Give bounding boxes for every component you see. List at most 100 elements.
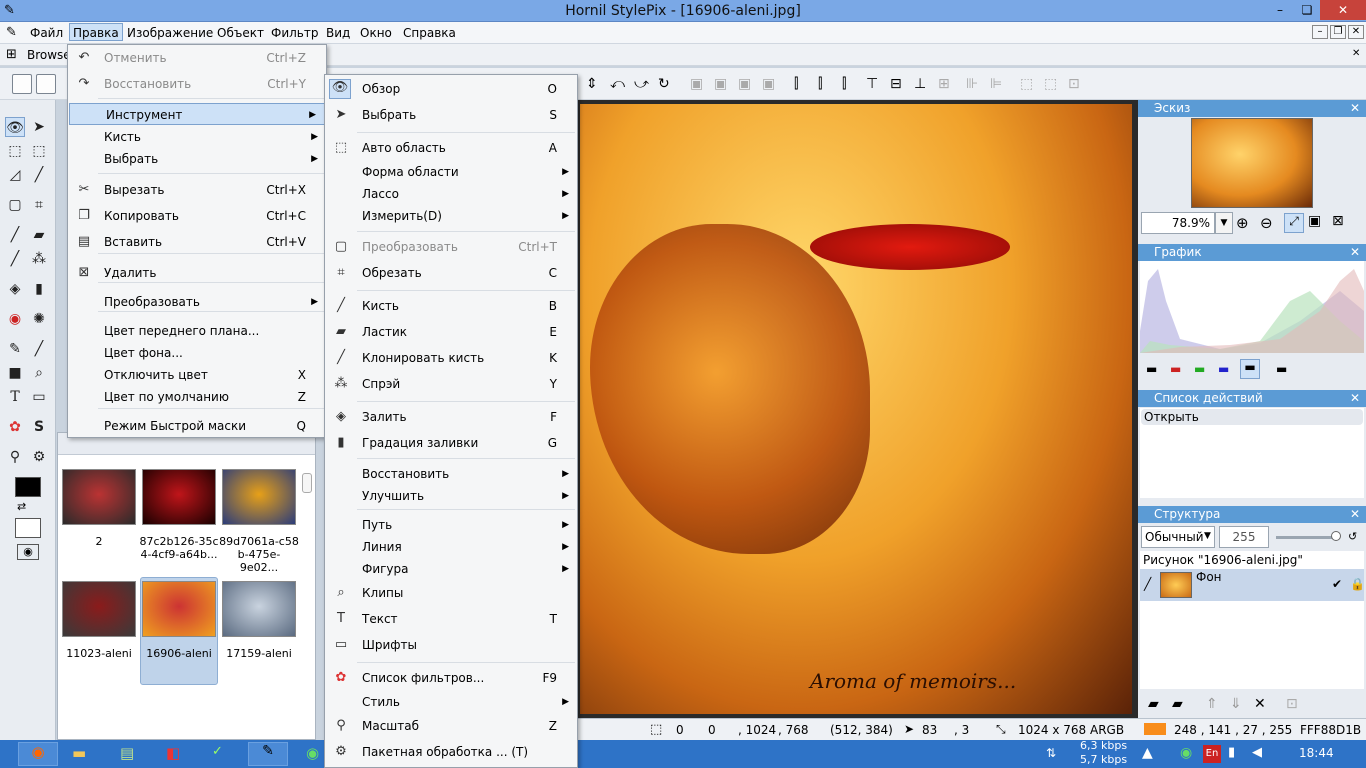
- fit-all-icon[interactable]: ⊡: [1068, 76, 1080, 92]
- channel-red-icon[interactable]: ▬: [1170, 362, 1181, 376]
- edit-menu-item[interactable]: Отключить цвет X: [68, 364, 326, 386]
- channel-green-icon[interactable]: ▬: [1194, 362, 1205, 376]
- opacity-input[interactable]: 255: [1219, 526, 1269, 548]
- menu-view[interactable]: Вид: [322, 25, 354, 43]
- tool-menu-item[interactable]: ◈ Залить F: [325, 406, 577, 428]
- tool-menu-item[interactable]: ⁂ Спрэй Y: [325, 373, 577, 395]
- auto-select-icon[interactable]: ⬚: [5, 141, 25, 161]
- tool-menu-item[interactable]: ╱ Кисть B: [325, 295, 577, 317]
- eye-icon[interactable]: 👁: [5, 117, 25, 137]
- firefox-icon[interactable]: ◉: [18, 742, 58, 766]
- menu-image[interactable]: Изображение: [123, 25, 217, 43]
- edit-menu-item[interactable]: Преобразовать ▶: [68, 291, 326, 313]
- image-canvas[interactable]: Aroma of memoirs...: [580, 104, 1132, 714]
- crop-icon[interactable]: ⌗: [29, 195, 49, 215]
- menu-object[interactable]: Объект: [213, 25, 268, 43]
- duplicate-layer-icon[interactable]: ▰: [1172, 696, 1183, 712]
- tool-menu-item[interactable]: ▭ Шрифты: [325, 634, 577, 656]
- tool-menu-item[interactable]: Фигура ▶: [325, 558, 577, 580]
- spray-icon[interactable]: ⁂: [29, 249, 49, 269]
- gear-icon[interactable]: ⚙: [29, 447, 49, 467]
- app-icon[interactable]: ✓: [212, 744, 223, 759]
- chevron-up-icon[interactable]: ▲: [1142, 745, 1153, 761]
- tool-menu-item[interactable]: Улучшить ▶: [325, 485, 577, 507]
- actual-size-icon[interactable]: ▣: [1308, 213, 1321, 229]
- align-top-icon[interactable]: ⊤: [866, 76, 878, 92]
- fit-width-icon[interactable]: ⬚: [1020, 76, 1033, 92]
- clone-icon[interactable]: ╱: [5, 249, 25, 269]
- tool-menu-item[interactable]: Линия ▶: [325, 536, 577, 558]
- align-center-icon[interactable]: ⫿: [818, 76, 822, 92]
- quick-mask-icon[interactable]: ◉: [17, 544, 39, 560]
- delete-layer-icon[interactable]: ✕: [1254, 696, 1266, 712]
- close-icon[interactable]: ✕: [1350, 244, 1360, 261]
- menu-file[interactable]: Файл: [26, 25, 67, 43]
- shape-icon[interactable]: ■: [5, 363, 25, 383]
- tool-menu-item[interactable]: ▰ Ластик E: [325, 321, 577, 343]
- explorer-icon[interactable]: ▬: [72, 744, 86, 762]
- close-icon[interactable]: ✕: [1352, 48, 1360, 59]
- tool-menu-item[interactable]: ⌕ Клипы: [325, 582, 577, 604]
- tool-menu-item[interactable]: Стиль ▶: [325, 691, 577, 713]
- fit-window-icon[interactable]: ⤢: [1284, 213, 1304, 233]
- mdi-restore-button[interactable]: ❐: [1330, 25, 1346, 39]
- distribute-v-icon[interactable]: ⊫: [990, 76, 1002, 92]
- fullscreen-icon[interactable]: ⊠: [1332, 213, 1344, 229]
- edit-menu-item[interactable]: ▤ Вставить Ctrl+V: [68, 231, 326, 253]
- reset-icon[interactable]: ↺: [1348, 530, 1357, 543]
- distribute-h-icon[interactable]: ⊪: [966, 76, 978, 92]
- thumbnail-image[interactable]: [62, 581, 136, 637]
- fit-height-icon[interactable]: ⬚: [1044, 76, 1057, 92]
- edit-menu-item[interactable]: Цвет по умолчанию Z: [68, 386, 326, 408]
- open-file-icon[interactable]: [36, 74, 56, 94]
- style-icon[interactable]: S: [29, 417, 49, 437]
- tool-menu-item[interactable]: Измерить(D) ▶: [325, 205, 577, 227]
- opacity-slider[interactable]: [1276, 536, 1338, 539]
- clip-icon[interactable]: ⌕: [29, 363, 49, 383]
- distribute-icon[interactable]: ⊞: [938, 76, 950, 92]
- align-icon[interactable]: ▣: [690, 76, 703, 92]
- channel-rgb-icon[interactable]: ▬: [1240, 359, 1260, 379]
- rotate-left-icon[interactable]: ⤺: [610, 76, 625, 92]
- edit-menu-item[interactable]: Режим Быстрой маски Q: [68, 415, 326, 437]
- tool-menu-item[interactable]: Путь ▶: [325, 514, 577, 536]
- tool-menu-item[interactable]: ⚲ Масштаб Z: [325, 715, 577, 737]
- menu-window[interactable]: Окно: [356, 25, 396, 43]
- lock-icon[interactable]: 🔒: [1350, 577, 1365, 591]
- edit-menu-item[interactable]: Инструмент ▶: [69, 103, 325, 125]
- menu-help[interactable]: Справка: [399, 25, 460, 43]
- edit-menu-item[interactable]: ↷ Восстановить Ctrl+Y: [68, 73, 326, 95]
- opacity-slider-handle[interactable]: [1331, 531, 1341, 541]
- new-layer-icon[interactable]: ▰: [1148, 696, 1159, 712]
- eraser-icon[interactable]: ▰: [29, 225, 49, 245]
- gradient-icon[interactable]: ▮: [29, 279, 49, 299]
- edit-menu-item[interactable]: ↶ Отменить Ctrl+Z: [68, 47, 326, 69]
- visible-check-icon[interactable]: ✔: [1332, 577, 1342, 591]
- tool-menu-item[interactable]: ⬚ Авто область A: [325, 137, 577, 159]
- tool-menu-item[interactable]: Лассо ▶: [325, 183, 577, 205]
- zoom-out-icon[interactable]: ⊖: [1260, 214, 1273, 232]
- tool-menu-item[interactable]: Форма области ▶: [325, 161, 577, 183]
- flip-vertical-icon[interactable]: ⇕: [586, 76, 598, 92]
- mdi-close-button[interactable]: ✕: [1348, 25, 1364, 39]
- channel-all-icon[interactable]: ▬: [1146, 362, 1157, 376]
- arrow-icon[interactable]: ➤: [29, 117, 49, 137]
- align-icon[interactable]: ▣: [762, 76, 775, 92]
- align-left-icon[interactable]: ⫿: [794, 76, 798, 92]
- tool-menu-item[interactable]: ▮ Градация заливки G: [325, 432, 577, 454]
- maximize-button[interactable]: ❏: [1294, 0, 1320, 20]
- notepad-icon[interactable]: ▤: [120, 744, 134, 762]
- scrollbar-thumb[interactable]: [302, 473, 312, 493]
- tool-menu-item[interactable]: ╱ Клонировать кисть K: [325, 347, 577, 369]
- lasso-icon[interactable]: ◿: [5, 165, 25, 185]
- thumbnail-preview[interactable]: [1191, 118, 1313, 208]
- tool-menu-item[interactable]: ⌗ Обрезать C: [325, 262, 577, 284]
- color-wheel-icon[interactable]: ✿: [5, 417, 25, 437]
- volume-icon[interactable]: ◀: [1252, 745, 1262, 760]
- folder-icon[interactable]: ▭: [29, 387, 49, 407]
- fill-icon[interactable]: ◈: [5, 279, 25, 299]
- line-icon[interactable]: ╱: [29, 339, 49, 359]
- thumbnail-image[interactable]: [222, 469, 296, 525]
- transform-icon[interactable]: ▢: [5, 195, 25, 215]
- zoom-icon[interactable]: ⚲: [5, 447, 25, 467]
